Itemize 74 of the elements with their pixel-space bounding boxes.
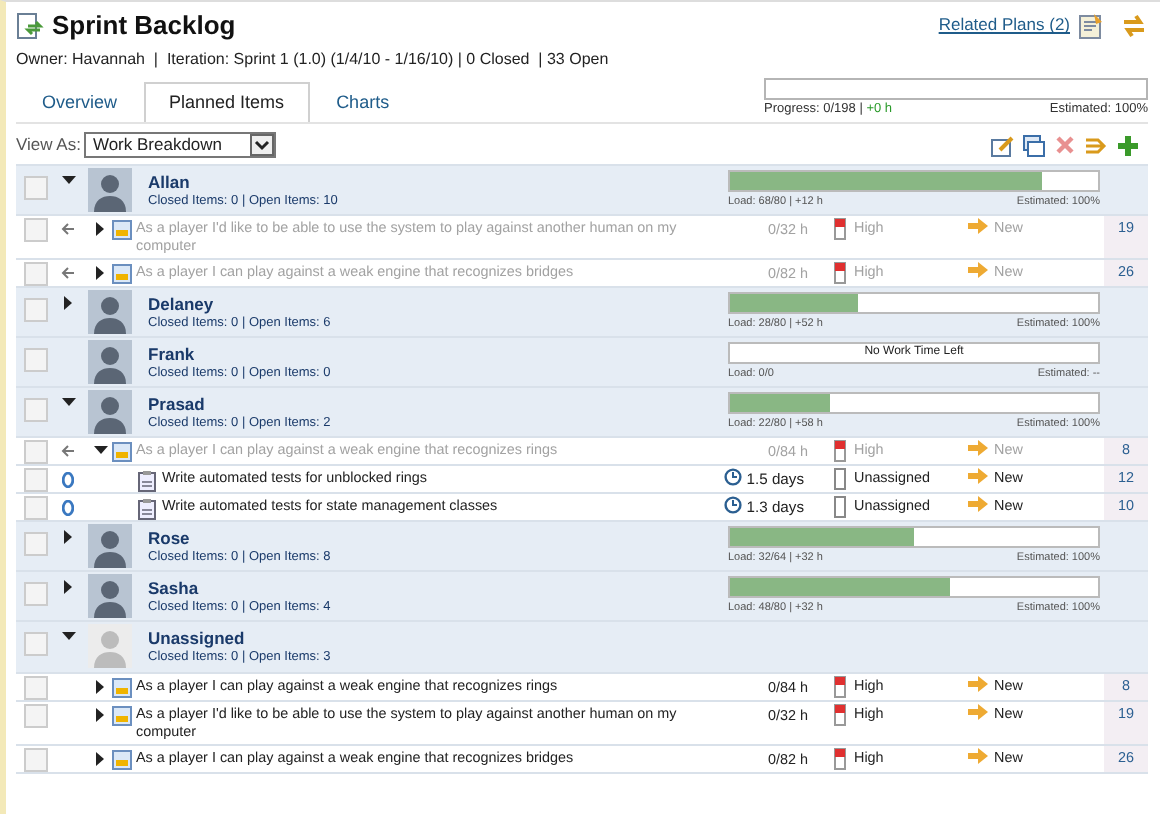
checkbox[interactable] [24, 398, 48, 423]
page-title: Sprint Backlog [52, 8, 236, 44]
checkbox[interactable] [24, 632, 48, 657]
delete-icon[interactable] [1054, 134, 1076, 157]
avatar [88, 340, 132, 385]
checkbox[interactable] [24, 348, 48, 373]
swap-arrows-icon[interactable] [1120, 11, 1148, 40]
owner-name: Prasad [148, 394, 207, 415]
expand-icon[interactable] [59, 294, 77, 313]
owner-summary: Owner: Havannah | Iteration: Sprint 1 (1.0) (1/4/10 - 1/16/10) | 0 Closed | 33 Open [16, 47, 611, 71]
add-icon[interactable] [1116, 133, 1140, 158]
expand-icon[interactable] [92, 678, 108, 695]
checkbox[interactable] [24, 496, 48, 521]
checkbox[interactable] [24, 582, 48, 607]
clock-icon [724, 496, 743, 515]
flag-icon [832, 676, 848, 699]
notepad-icon[interactable] [1078, 11, 1104, 40]
story-icon [112, 220, 132, 241]
tab[interactable]: Overview [16, 81, 144, 123]
flag-icon [832, 496, 848, 519]
flag-icon [832, 262, 848, 285]
checkbox[interactable] [24, 532, 48, 557]
edit-icon[interactable] [990, 133, 1014, 158]
tab[interactable]: Charts [310, 81, 416, 123]
story-icon [112, 264, 132, 285]
story-icon [112, 442, 132, 463]
owner-name: Rose [148, 528, 192, 549]
checkbox[interactable] [24, 748, 48, 773]
expand-icon[interactable] [92, 220, 108, 237]
owner-name: Delaney [148, 294, 216, 315]
story-icon [112, 706, 132, 727]
story-icon [112, 750, 132, 771]
expand-icon[interactable] [59, 578, 77, 597]
clipboard-icon [138, 470, 156, 493]
avatar [88, 574, 132, 619]
expand-icon[interactable] [59, 528, 77, 547]
tab[interactable]: Planned Items [143, 81, 311, 123]
story-icon [112, 678, 132, 699]
owner-name: Allan [148, 172, 192, 193]
flag-icon [832, 218, 848, 241]
merge-arrows-icon[interactable] [1084, 133, 1108, 158]
avatar [88, 168, 132, 213]
owner-name: Sasha [148, 578, 201, 599]
checkbox[interactable] [24, 262, 48, 287]
arrow-icon [968, 218, 988, 235]
avatar [88, 390, 132, 435]
expand-icon[interactable] [92, 706, 108, 723]
checkbox[interactable] [24, 468, 48, 493]
checkbox[interactable] [24, 218, 48, 243]
checkbox[interactable] [24, 176, 48, 201]
document-icon [16, 11, 44, 40]
checkbox[interactable] [24, 440, 48, 465]
owner-name: Unassigned [148, 628, 247, 649]
flag-icon [832, 440, 848, 463]
avatar [88, 524, 132, 569]
expand-icon[interactable] [92, 264, 108, 281]
flag-icon [832, 468, 848, 491]
flag-icon [832, 704, 848, 727]
avatar [88, 290, 132, 335]
view-as-label: View As: [16, 132, 81, 159]
arrow-icon [968, 262, 988, 279]
owner-name: Frank [148, 344, 197, 365]
collapse-icon[interactable] [92, 442, 108, 459]
checkbox[interactable] [24, 298, 48, 323]
dropdown-icon[interactable] [250, 134, 275, 157]
view-select[interactable]: Work Breakdown [84, 132, 277, 159]
checkbox[interactable] [24, 704, 48, 729]
arrow-icon [968, 748, 988, 765]
flag-icon [832, 748, 848, 771]
expand-icon[interactable] [92, 750, 108, 767]
windows-icon[interactable] [1022, 133, 1046, 158]
clock-icon [724, 468, 743, 487]
related-plans-link[interactable]: Related Plans (2) [938, 12, 1070, 39]
checkbox[interactable] [24, 676, 48, 701]
